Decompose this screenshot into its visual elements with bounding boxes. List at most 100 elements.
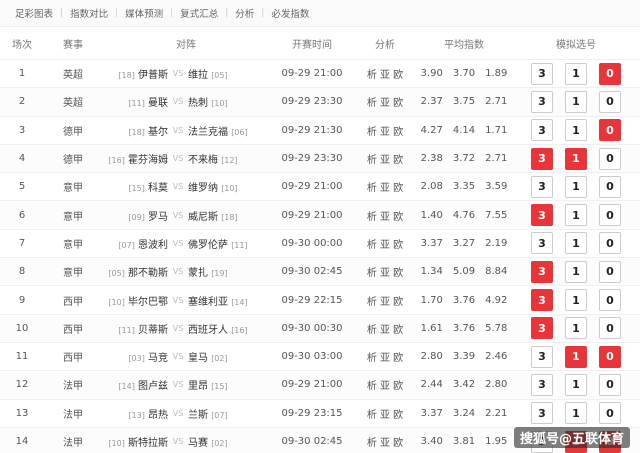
analysis-links[interactable]: 析 亚 欧	[354, 321, 416, 336]
nav-item[interactable]: 媒体预测	[118, 6, 170, 20]
home-team-name[interactable]: 罗马	[148, 212, 168, 223]
home-team-name[interactable]: 斯特拉斯	[128, 438, 168, 449]
away-team: 塞维利亚 [14]	[188, 293, 270, 308]
pick-button-0[interactable]: 0	[599, 119, 621, 142]
pick-button-1[interactable]: 1	[565, 62, 587, 85]
pick-button-0[interactable]: 0	[599, 204, 621, 227]
pick-button-0[interactable]: 0	[599, 289, 621, 312]
away-team-name[interactable]: 维罗纳	[188, 183, 218, 194]
pick-button-1[interactable]: 1	[565, 90, 587, 113]
nav-item[interactable]: 指数对比	[63, 6, 115, 20]
pick-button-3[interactable]: 3	[531, 62, 553, 85]
pick-button-3[interactable]: 3	[531, 317, 553, 340]
analysis-links[interactable]: 析 亚 欧	[354, 66, 416, 81]
analysis-links[interactable]: 析 亚 欧	[354, 406, 416, 421]
analysis-links[interactable]: 析 亚 欧	[354, 236, 416, 251]
away-team-name[interactable]: 塞维利亚	[188, 297, 228, 308]
home-team-name[interactable]: 伊普斯	[138, 70, 168, 81]
analysis-links[interactable]: 析 亚 欧	[354, 151, 416, 166]
pick-button-0[interactable]: 0	[599, 345, 621, 368]
nav-item[interactable]: 必发指数	[264, 6, 316, 20]
odds-value: 2.21	[485, 407, 508, 419]
pick-button-0[interactable]: 0	[599, 317, 621, 340]
analysis-links[interactable]: 析 亚 欧	[354, 293, 416, 308]
pick-button-1[interactable]: 1	[565, 147, 587, 170]
nav-item[interactable]: 足彩图表	[8, 6, 60, 20]
away-team-name[interactable]: 皇马	[188, 353, 208, 364]
away-team: 维拉 [05]	[188, 66, 270, 81]
pick-button-0[interactable]: 0	[599, 260, 621, 283]
pick-button-0[interactable]: 0	[599, 373, 621, 396]
pick-group: 310	[512, 204, 640, 227]
pick-button-3[interactable]: 3	[531, 175, 553, 198]
away-team-name[interactable]: 不来梅	[188, 155, 218, 166]
home-team-name[interactable]: 那不勒斯	[128, 268, 168, 279]
away-team-name[interactable]: 兰斯	[188, 410, 208, 421]
pick-button-3[interactable]: 3	[531, 119, 553, 142]
match-no: 6	[18, 209, 26, 221]
pick-button-0[interactable]: 0	[599, 232, 621, 255]
home-team-name[interactable]: 基尔	[148, 127, 168, 138]
avg-odds: 3.40 3.81 1.95	[416, 436, 512, 447]
analysis-links[interactable]: 析 亚 欧	[354, 179, 416, 194]
pick-button-1[interactable]: 1	[565, 317, 587, 340]
pick-button-3[interactable]: 3	[531, 373, 553, 396]
away-team-name[interactable]: 西班牙人	[188, 325, 228, 336]
avg-odds: 1.40 4.76 7.55	[416, 210, 512, 221]
home-team-name[interactable]: 曼联	[148, 98, 168, 109]
pick-button-0[interactable]: 0	[599, 62, 621, 85]
analysis-links[interactable]: 析 亚 欧	[354, 94, 416, 109]
pick-button-0[interactable]: 0	[599, 402, 621, 425]
home-team-name[interactable]: 霍芬海姆	[128, 155, 168, 166]
pick-button-3[interactable]: 3	[531, 232, 553, 255]
home-team-name[interactable]: 科莫	[148, 183, 168, 194]
home-team-name[interactable]: 贝蒂斯	[138, 325, 168, 336]
nav-item[interactable]: 分析	[228, 6, 261, 20]
pick-button-1[interactable]: 1	[565, 232, 587, 255]
pick-button-3[interactable]: 3	[531, 345, 553, 368]
pick-button-1[interactable]: 1	[565, 373, 587, 396]
home-team-name[interactable]: 毕尔巴鄂	[128, 297, 168, 308]
pick-button-3[interactable]: 3	[531, 90, 553, 113]
nav-item[interactable]: 复式汇总	[173, 6, 225, 20]
pick-button-0[interactable]: 0	[599, 175, 621, 198]
pick-button-1[interactable]: 1	[565, 260, 587, 283]
away-team-name[interactable]: 热刺	[188, 98, 208, 109]
home-team-name[interactable]: 马竞	[148, 353, 168, 364]
pick-button-1[interactable]: 1	[565, 175, 587, 198]
analysis-links[interactable]: 析 亚 欧	[354, 264, 416, 279]
pick-button-3[interactable]: 3	[531, 260, 553, 283]
analysis-links[interactable]: 析 亚 欧	[354, 377, 416, 392]
home-team-name[interactable]: 图卢兹	[138, 381, 168, 392]
pick-button-1[interactable]: 1	[565, 345, 587, 368]
pick-button-3[interactable]: 3	[531, 204, 553, 227]
pick-button-1[interactable]: 1	[565, 289, 587, 312]
pick-button-3[interactable]: 3	[531, 289, 553, 312]
away-team-name[interactable]: 威尼斯	[188, 212, 218, 223]
analysis-links[interactable]: 析 亚 欧	[354, 208, 416, 223]
match-cell: [05] 那不勒斯 VS 蒙扎 [19]	[102, 264, 270, 279]
pick-button-1[interactable]: 1	[565, 119, 587, 142]
away-team-name[interactable]: 里昂	[188, 381, 208, 392]
pick-button-3[interactable]: 3	[531, 147, 553, 170]
away-team-name[interactable]: 法兰克福	[188, 127, 228, 138]
pick-button-1[interactable]: 1	[565, 204, 587, 227]
analysis-links[interactable]: 析 亚 欧	[354, 349, 416, 364]
odds-value: 3.72	[452, 153, 476, 165]
pick-button-3[interactable]: 3	[531, 402, 553, 425]
away-team-name[interactable]: 马赛	[188, 438, 208, 449]
home-team-name[interactable]: 昂热	[148, 410, 168, 421]
odds-value: 2.38	[420, 153, 443, 165]
away-team-name[interactable]: 维拉	[188, 70, 208, 81]
analysis-links[interactable]: 析 亚 欧	[354, 123, 416, 138]
analysis-links[interactable]: 析 亚 欧	[354, 434, 416, 449]
away-team-name[interactable]: 蒙扎	[188, 268, 208, 279]
pick-button-0[interactable]: 0	[599, 90, 621, 113]
home-team-name[interactable]: 恩波利	[138, 240, 168, 251]
pick-group: 310	[512, 90, 640, 113]
avg-odds: 3.37 3.24 2.21	[416, 408, 512, 419]
pick-button-0[interactable]: 0	[599, 147, 621, 170]
away-team-name[interactable]: 佛罗伦萨	[188, 240, 228, 251]
pick-button-1[interactable]: 1	[565, 402, 587, 425]
odds-value: 2.37	[420, 96, 443, 108]
